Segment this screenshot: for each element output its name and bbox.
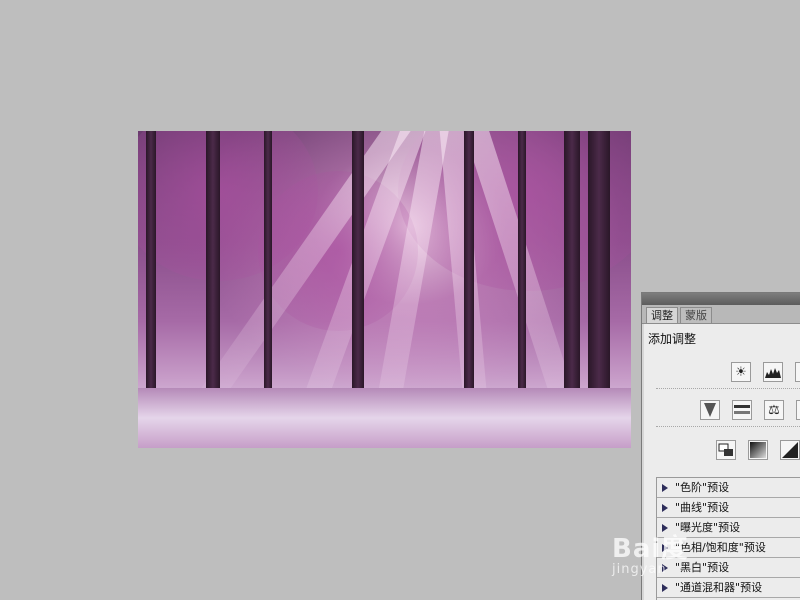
expand-arrow-icon[interactable] xyxy=(662,504,668,512)
preset-levels[interactable]: "色阶"预设 xyxy=(657,478,800,498)
vibrance-icon[interactable] xyxy=(700,400,720,420)
preset-curves[interactable]: "曲线"预设 xyxy=(657,498,800,518)
color-balance-icon[interactable]: ⚖ xyxy=(764,400,784,420)
preset-label: "色相/饱和度"预设 xyxy=(675,541,766,554)
tab-masks[interactable]: 蒙版 xyxy=(680,307,712,323)
curves-icon[interactable] xyxy=(795,362,800,382)
tree-trunk xyxy=(206,131,220,393)
add-adjustment-label: 添加调整 xyxy=(648,332,697,346)
forest-photo[interactable] xyxy=(138,131,631,448)
gradient-map-icon[interactable] xyxy=(748,440,768,460)
preset-label: "色阶"预设 xyxy=(675,481,730,494)
expand-arrow-icon[interactable] xyxy=(662,584,668,592)
panel-titlebar[interactable] xyxy=(642,293,800,305)
tree-trunk xyxy=(264,131,272,393)
tree-trunk xyxy=(518,131,526,393)
separator xyxy=(656,388,800,390)
expand-arrow-icon[interactable] xyxy=(662,484,668,492)
tree-trunk xyxy=(352,131,364,393)
preset-channel-mixer[interactable]: "通道混和器"预设 xyxy=(657,578,800,598)
levels-icon[interactable] xyxy=(763,362,783,382)
tree-trunk xyxy=(464,131,474,393)
panel-tabs: 调整 蒙版 xyxy=(642,305,800,324)
photo-filter-icon[interactable] xyxy=(716,440,736,460)
separator xyxy=(656,426,800,428)
black-white-icon[interactable] xyxy=(796,400,800,420)
tree-trunk xyxy=(564,131,580,393)
preset-label: "曲线"预设 xyxy=(675,501,730,514)
hue-saturation-icon[interactable] xyxy=(732,400,752,420)
watermark-logo: Bai度 xyxy=(612,534,689,564)
brightness-contrast-icon[interactable]: ☀ xyxy=(731,362,751,382)
watermark-subtext: jingyan xyxy=(612,562,667,577)
selective-color-icon[interactable] xyxy=(780,440,800,460)
tab-adjustments[interactable]: 调整 xyxy=(646,307,678,323)
preset-label: "通道混和器"预设 xyxy=(675,581,763,594)
tree-trunk xyxy=(146,131,156,393)
forest-floor xyxy=(138,388,631,448)
tree-trunk xyxy=(588,131,610,393)
